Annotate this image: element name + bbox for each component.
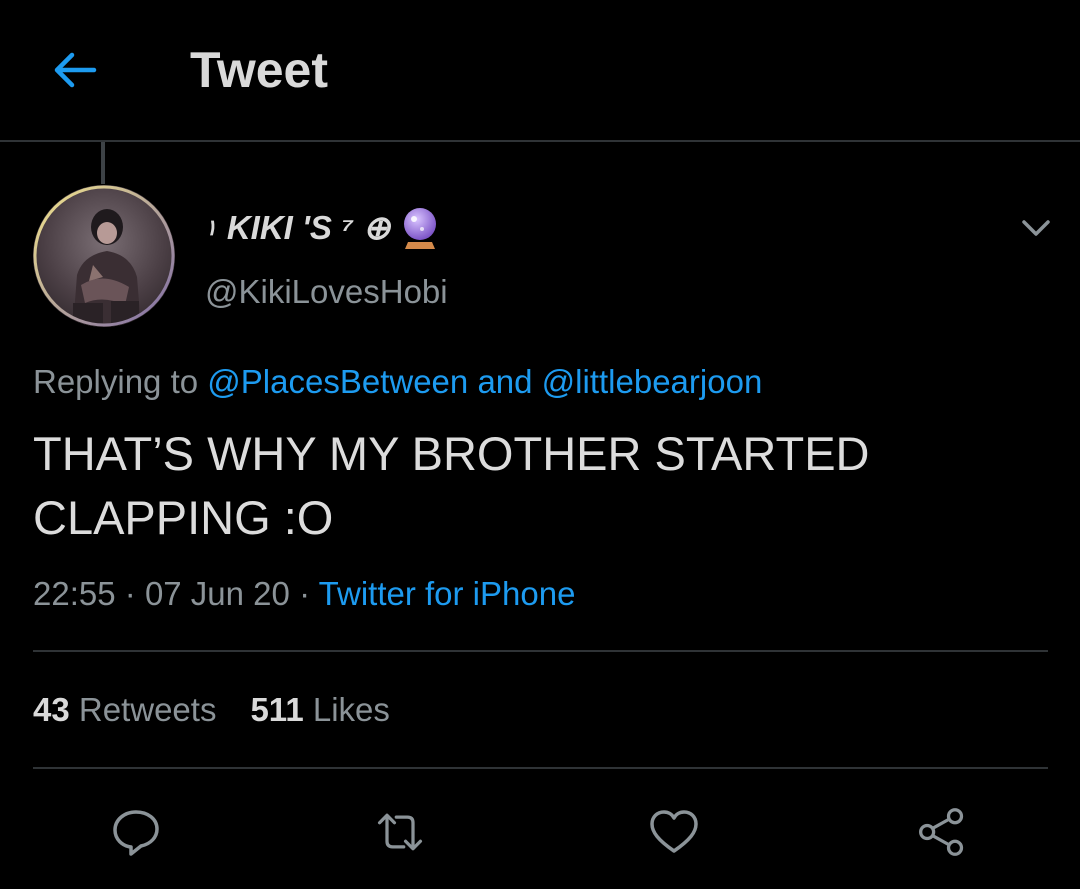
arrow-left-icon [54, 52, 97, 88]
meta-separator: · [299, 575, 311, 612]
replying-to-line: Replying to @PlacesBetween and @littlebe… [33, 358, 762, 406]
tweet-text: THAT’S WHY MY BROTHER STARTED CLAPPING :… [33, 427, 870, 544]
more-options-button[interactable] [1014, 208, 1058, 248]
mention-link-1[interactable]: @PlacesBetween [207, 363, 468, 400]
retweet-icon [377, 813, 423, 851]
chevron-down-icon [1022, 220, 1050, 236]
tweet-meta: 22:55 · 07 Jun 20 · Twitter for iPhone [33, 570, 575, 618]
meta-separator: · [124, 575, 136, 612]
user-handle[interactable]: @KikiLovesHobi [205, 270, 448, 314]
likes-count: 511 [250, 691, 304, 728]
tweet-source-link[interactable]: Twitter for iPhone [319, 575, 576, 612]
name-prefix: ١ [205, 215, 217, 240]
divider [33, 767, 1048, 769]
avatar[interactable] [33, 185, 175, 327]
reply-icon [113, 810, 159, 856]
page-title: Tweet [190, 42, 328, 98]
retweets-count: 43 [33, 691, 70, 728]
replying-prefix: Replying to [33, 363, 199, 400]
crystal-ball-icon [400, 206, 440, 250]
thread-connector-line [101, 142, 105, 184]
tweet-date: 07 Jun 20 [144, 575, 290, 612]
tweet-stats: 43 Retweets 511 Likes [33, 686, 390, 734]
header-divider [0, 140, 1080, 142]
retweets-stat[interactable]: 43 Retweets [33, 686, 216, 734]
top-bar: Tweet [0, 0, 1080, 140]
likes-stat[interactable]: 511 Likes [250, 686, 389, 734]
share-button[interactable] [916, 806, 968, 858]
divider [33, 650, 1048, 652]
heart-icon [650, 810, 698, 853]
retweet-button[interactable] [374, 806, 426, 858]
name-text: KIKI 'S ⁷ ⊕ [226, 209, 391, 246]
back-button[interactable] [44, 42, 104, 98]
replying-connector: and [477, 363, 533, 400]
like-button[interactable] [648, 806, 700, 858]
reply-button[interactable] [110, 806, 162, 858]
share-icon [919, 808, 964, 856]
tweet-time: 22:55 [33, 575, 116, 612]
likes-label: Likes [312, 691, 390, 728]
retweets-label: Retweets [78, 691, 217, 728]
user-display-name[interactable]: ١ KIKI 'S ⁷ ⊕ [205, 206, 440, 250]
mention-link-2[interactable]: @littlebearjoon [542, 363, 763, 400]
